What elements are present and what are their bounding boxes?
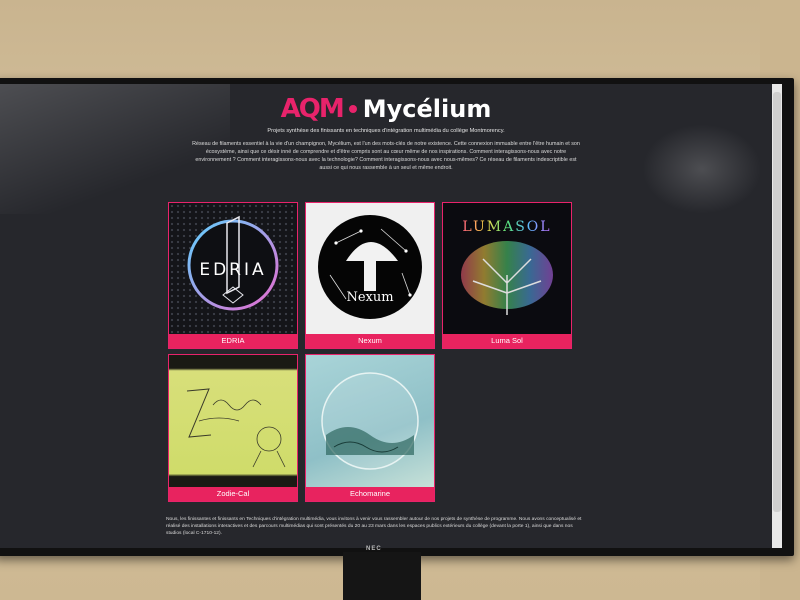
luma-sol-artwork: LUMASOL <box>461 219 553 315</box>
project-card-edria[interactable]: EDRIA EDRIA <box>168 202 298 349</box>
project-label: Nexum <box>306 334 434 348</box>
intro-paragraph: Réseau de filaments essentiel à la vie d… <box>192 141 580 171</box>
project-thumbnail: EDRIA <box>169 203 297 334</box>
page-header: AQM Mycélium Projets synthèse des finiss… <box>0 94 772 172</box>
project-thumbnail <box>306 355 434 487</box>
project-card-echomarine[interactable]: Echomarine <box>305 354 435 502</box>
echomarine-artwork <box>321 372 419 470</box>
project-label: Zodie-Cal <box>169 487 297 501</box>
project-thumbnail: LUMASOL <box>443 203 571 334</box>
browser-viewport: AQM Mycélium Projets synthèse des finiss… <box>0 84 782 548</box>
nexum-artwork: Nexum <box>318 215 422 319</box>
zodie-cal-artwork <box>186 388 286 468</box>
aqm-logo-mark: AQM <box>280 94 345 124</box>
monitor-stand <box>343 552 421 600</box>
site-logo[interactable]: AQM Mycélium <box>281 94 492 124</box>
footer-paragraph: Nous, les finissantes et finissants en T… <box>166 517 582 536</box>
edria-art-text: EDRIA <box>199 260 266 280</box>
monitor-brand-logo: NEC <box>366 546 382 552</box>
project-card-nexum[interactable]: Nexum Nexum <box>305 202 435 349</box>
project-thumbnail <box>169 355 297 487</box>
nexum-art-text: Nexum <box>346 290 393 305</box>
monitor-bezel: AQM Mycélium Projets synthèse des finiss… <box>0 78 794 556</box>
vertical-scrollbar[interactable] <box>772 84 782 548</box>
project-label: Echomarine <box>306 487 434 501</box>
project-label: EDRIA <box>169 334 297 348</box>
project-label: Luma Sol <box>443 334 571 348</box>
page-subtitle: Projets synthèse des finissants en techn… <box>267 128 505 134</box>
project-thumbnail: Nexum <box>306 203 434 334</box>
logo-dot-icon <box>348 105 357 113</box>
project-card-zodie-cal[interactable]: Zodie-Cal <box>168 354 298 502</box>
project-card-luma-sol[interactable]: LUMASOL Luma Sol <box>442 202 572 349</box>
page-title: Mycélium <box>362 95 492 123</box>
luma-sol-art-text: LUMASOL <box>462 219 551 235</box>
scrollbar-thumb[interactable] <box>773 92 781 512</box>
edria-artwork: EDRIA <box>187 215 279 311</box>
